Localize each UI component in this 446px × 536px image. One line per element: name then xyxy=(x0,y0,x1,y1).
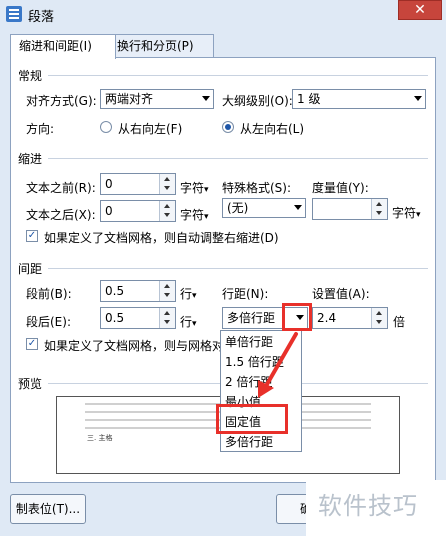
tab-line-page-breaks[interactable]: 换行和分页(P) xyxy=(108,34,214,57)
indent-after-unit[interactable]: 字符▾ xyxy=(180,206,209,223)
menu-item-single[interactable]: 单倍行距 xyxy=(225,333,273,351)
paragraph-icon xyxy=(6,6,22,22)
spacing-before-value: 0.5 xyxy=(105,284,125,298)
highlight-exactly-option xyxy=(216,404,288,434)
direction-label: 方向: xyxy=(26,122,55,136)
measure-unit[interactable]: 字符▾ xyxy=(392,204,421,221)
chevron-down-icon xyxy=(414,96,422,101)
indent-section-label: 缩进 xyxy=(18,152,43,166)
spacing-before-label: 段前(B): xyxy=(26,287,72,301)
setting-value-unit: 倍 xyxy=(393,315,406,329)
paragraph-dialog: 段落 ✕ 缩进和间距(I) 换行和分页(P) 常规 对齐方式(G): 两端对齐 … xyxy=(0,0,446,536)
divider xyxy=(48,158,428,159)
menu-item-1-5[interactable]: 1.5 倍行距 xyxy=(225,353,284,371)
spacing-after-label: 段后(E): xyxy=(26,315,71,329)
alignment-select[interactable]: 两端对齐 xyxy=(100,89,214,109)
highlight-dropdown-arrow xyxy=(282,303,312,331)
ltr-radio[interactable] xyxy=(222,121,234,133)
alignment-value: 两端对齐 xyxy=(105,92,154,106)
rtl-radio[interactable] xyxy=(100,121,112,133)
spacing-before-input[interactable]: 0.5 xyxy=(100,280,176,302)
outline-level-label: 大纲级别(O): xyxy=(222,94,293,108)
spacing-grid-checkbox-label: 如果定义了文档网格，则与网格对 xyxy=(44,339,225,353)
special-format-value: (无) xyxy=(227,201,249,215)
tab-stops-button[interactable]: 制表位(T)... xyxy=(10,494,86,524)
measure-label: 度量值(Y): xyxy=(312,181,369,195)
chevron-down-icon xyxy=(294,205,302,210)
divider xyxy=(48,268,428,269)
spacing-after-value: 0.5 xyxy=(105,311,125,325)
measure-input[interactable] xyxy=(312,198,388,220)
setting-value-label: 设置值(A): xyxy=(312,287,370,301)
indent-before-value: 0 xyxy=(105,177,113,191)
spin-buttons[interactable] xyxy=(371,199,387,219)
outline-level-value: 1 级 xyxy=(297,92,321,106)
spacing-section-label: 间距 xyxy=(18,262,43,276)
preview-heading: 三. 主格 xyxy=(87,434,113,442)
rtl-radio-label: 从右向左(F) xyxy=(118,122,183,136)
line-spacing-label: 行距(N): xyxy=(222,287,269,301)
title-bar: 段落 ✕ xyxy=(0,0,446,28)
spin-buttons[interactable] xyxy=(159,174,175,194)
indent-grid-checkbox[interactable]: ✓ xyxy=(26,230,38,242)
tab-indent-spacing[interactable]: 缩进和间距(I) xyxy=(10,34,116,59)
general-section-label: 常规 xyxy=(18,69,43,83)
ltr-radio-label: 从左向右(L) xyxy=(240,122,305,136)
indent-after-label: 文本之后(X): xyxy=(26,208,96,222)
spin-buttons[interactable] xyxy=(371,308,387,328)
spacing-after-input[interactable]: 0.5 xyxy=(100,307,176,329)
spacing-before-unit[interactable]: 行▾ xyxy=(180,285,197,302)
special-format-label: 特殊格式(S): xyxy=(222,181,292,195)
spacing-after-unit[interactable]: 行▾ xyxy=(180,313,197,330)
dialog-title: 段落 xyxy=(28,10,55,25)
special-format-select[interactable]: (无) xyxy=(222,198,306,218)
spin-buttons[interactable] xyxy=(159,308,175,328)
watermark: 软件技巧 xyxy=(318,492,418,520)
indent-after-input[interactable]: 0 xyxy=(100,200,176,222)
outline-level-select[interactable]: 1 级 xyxy=(292,89,426,109)
menu-item-multiple[interactable]: 多倍行距 xyxy=(225,433,273,451)
spin-buttons[interactable] xyxy=(159,201,175,221)
menu-item-double[interactable]: 2 倍行距 xyxy=(225,373,272,391)
preview-section-label: 预览 xyxy=(18,377,43,391)
indent-before-unit[interactable]: 字符▾ xyxy=(180,179,209,196)
indent-grid-checkbox-label: 如果定义了文档网格，则自动调整右缩进(D) xyxy=(44,231,279,245)
alignment-label: 对齐方式(G): xyxy=(26,94,97,108)
indent-before-label: 文本之前(R): xyxy=(26,181,96,195)
indent-before-input[interactable]: 0 xyxy=(100,173,176,195)
divider xyxy=(48,75,428,76)
setting-value-input[interactable]: 2.4 xyxy=(312,307,388,329)
line-spacing-value: 多倍行距 xyxy=(227,311,276,325)
indent-after-value: 0 xyxy=(105,204,113,218)
setting-value: 2.4 xyxy=(317,311,337,325)
close-button[interactable]: ✕ xyxy=(398,0,442,20)
chevron-down-icon xyxy=(202,96,210,101)
spacing-grid-checkbox[interactable]: ✓ xyxy=(26,338,38,350)
spin-buttons[interactable] xyxy=(159,281,175,301)
